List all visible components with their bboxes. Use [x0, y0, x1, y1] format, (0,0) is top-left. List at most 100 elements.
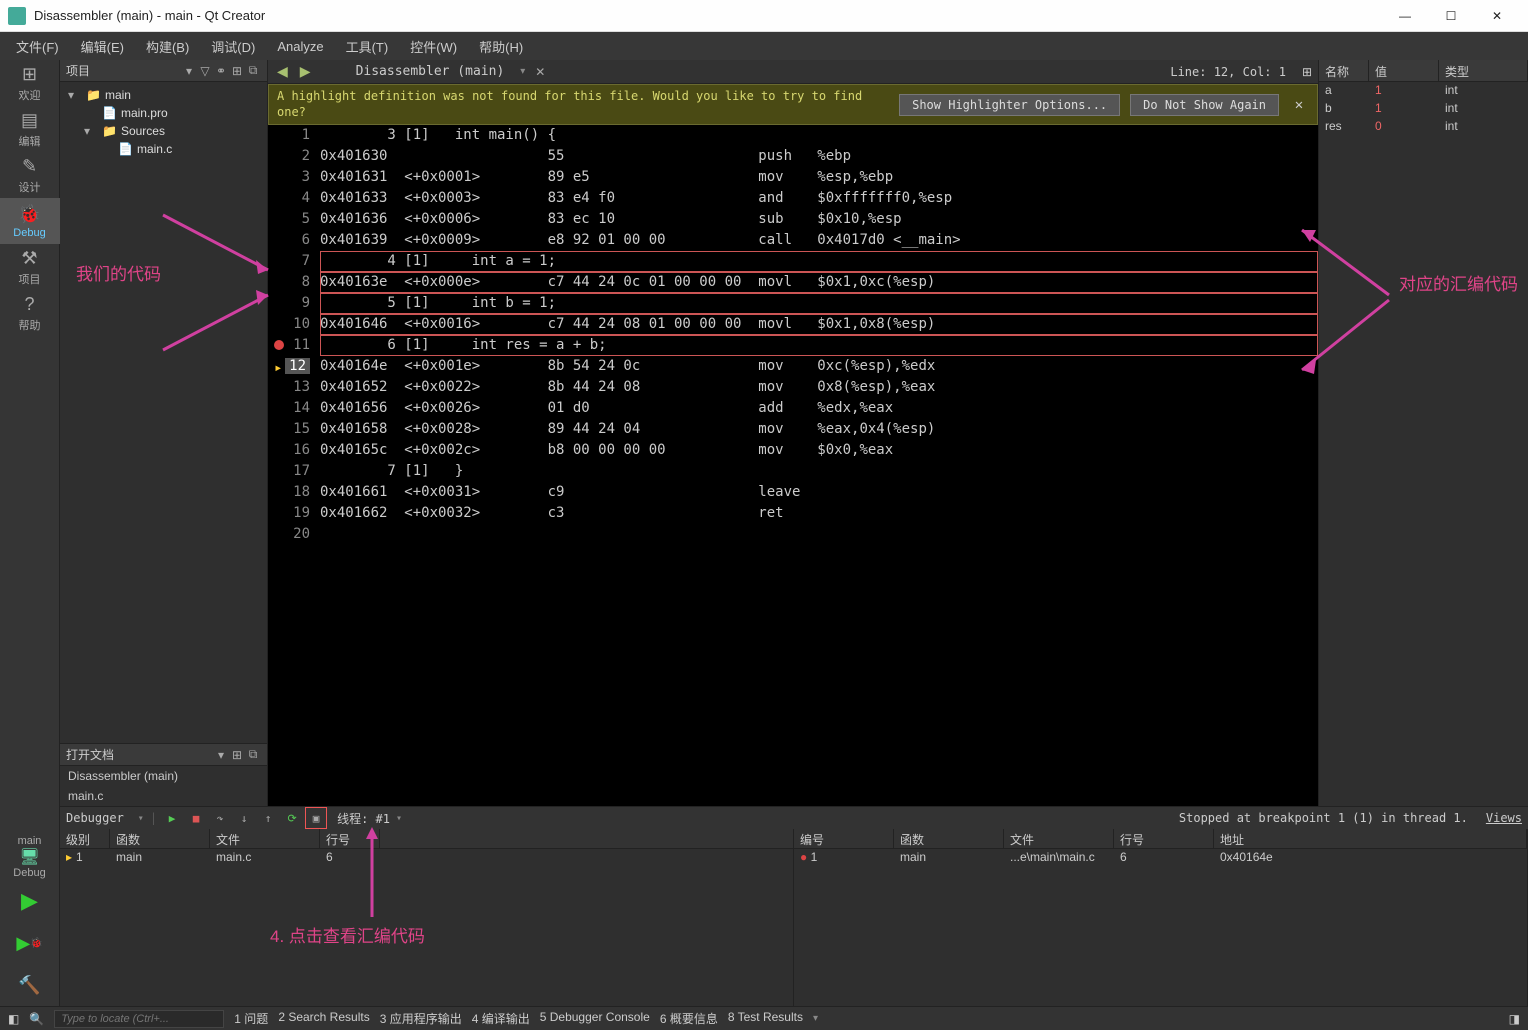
variable-row[interactable]: b1int: [1319, 100, 1528, 118]
mode-帮助[interactable]: ?帮助: [0, 290, 60, 336]
editor-split-icon[interactable]: ⊞: [1302, 65, 1312, 79]
run-button[interactable]: ▶: [0, 880, 60, 922]
code-line[interactable]: 0x401652 <+0x0022> 8b 44 24 08 mov 0x8(%…: [320, 377, 1318, 398]
restart-button[interactable]: ⟳: [283, 809, 301, 827]
nav-forward-button[interactable]: ▶: [297, 63, 314, 80]
code-line[interactable]: 0x401661 <+0x0031> c9 leave: [320, 482, 1318, 503]
code-line[interactable]: 0x401658 <+0x0028> 89 44 24 04 mov %eax,…: [320, 419, 1318, 440]
project-panel-title: 项目: [66, 62, 181, 79]
views-link[interactable]: Views: [1486, 811, 1522, 825]
code-line[interactable]: 7 [1] }: [320, 461, 1318, 482]
disassembly-code-area[interactable]: 1234567891011121314151617181920 3 [1] in…: [268, 125, 1318, 806]
menu-控件(W)[interactable]: 控件(W): [400, 33, 467, 60]
nav-back-button[interactable]: ◀: [274, 63, 291, 80]
close-button[interactable]: ✕: [1474, 0, 1520, 32]
menu-Analyze[interactable]: Analyze: [267, 35, 333, 58]
stack-frame-row[interactable]: ▸1 main main.c 6: [60, 849, 793, 867]
tab-dropdown-icon[interactable]: ▾: [520, 66, 525, 77]
menu-构建(B)[interactable]: 构建(B): [136, 33, 199, 60]
code-line[interactable]: 0x401636 <+0x0006> 83 ec 10 sub $0x10,%e…: [320, 209, 1318, 230]
stack2-col-file: 文件: [1004, 829, 1114, 848]
continue-button[interactable]: ▶: [163, 809, 181, 827]
code-line[interactable]: 0x40165c <+0x002c> b8 00 00 00 00 mov $0…: [320, 440, 1318, 461]
tree-item[interactable]: 📄main.pro: [64, 104, 263, 122]
menu-文件(F)[interactable]: 文件(F): [6, 33, 69, 60]
debugger-toolbar: Debugger ▾ | ▶ ■ ↷ ↓ ↑ ⟳ ▣ 线程: #1 ▾ Stop…: [60, 807, 1528, 829]
output-tab[interactable]: 3 应用程序输出: [380, 1010, 462, 1027]
code-line[interactable]: 0x401639 <+0x0009> e8 92 01 00 00 call 0…: [320, 230, 1318, 251]
breakpoint-row[interactable]: ● 1 main ...e\main\main.c 6 0x40164e: [794, 849, 1527, 867]
code-line[interactable]: ▸0x40164e <+0x001e> 8b 54 24 0c mov 0xc(…: [320, 356, 1318, 377]
link-icon[interactable]: ⚭: [213, 64, 229, 78]
step-over-button[interactable]: ↷: [211, 809, 229, 827]
step-into-button[interactable]: ↓: [235, 809, 253, 827]
code-line[interactable]: 6 [1] int res = a + b;: [320, 335, 1318, 356]
stop-button[interactable]: ■: [187, 809, 205, 827]
chevron-down-icon[interactable]: ▾: [213, 748, 229, 762]
menu-工具(T)[interactable]: 工具(T): [336, 33, 399, 60]
variable-row[interactable]: a1int: [1319, 82, 1528, 100]
tree-item[interactable]: 📄main.c: [64, 140, 263, 158]
output-tab[interactable]: 2 Search Results: [278, 1010, 369, 1027]
show-highlighter-options-button[interactable]: Show Highlighter Options...: [899, 94, 1120, 116]
mode-设计[interactable]: ✎设计: [0, 152, 60, 198]
split-icon[interactable]: ⧉: [245, 63, 261, 78]
output-tab[interactable]: 1 问题: [234, 1010, 268, 1027]
debugger-status: Stopped at breakpoint 1 (1) in thread 1.: [1179, 811, 1468, 825]
stack2-col-line: 行号: [1114, 829, 1214, 848]
split-doc-icon[interactable]: ⧉: [245, 747, 261, 762]
debug-run-button[interactable]: ▶🐞: [0, 922, 60, 964]
do-not-show-again-button[interactable]: Do Not Show Again: [1130, 94, 1279, 116]
code-line[interactable]: [320, 524, 1318, 545]
output-tab[interactable]: 5 Debugger Console: [540, 1010, 650, 1027]
maximize-button[interactable]: ☐: [1428, 0, 1474, 32]
menu-编辑(E)[interactable]: 编辑(E): [71, 33, 134, 60]
window-titlebar: Disassembler (main) - main - Qt Creator …: [0, 0, 1528, 32]
variable-row[interactable]: res0int: [1319, 118, 1528, 136]
add-doc-icon[interactable]: ⊞: [229, 748, 245, 762]
code-line[interactable]: 0x401662 <+0x0032> c3 ret: [320, 503, 1318, 524]
code-line[interactable]: 0x401630 55 push %ebp: [320, 146, 1318, 167]
output-tab[interactable]: 8 Test Results: [728, 1010, 803, 1027]
code-line[interactable]: 0x401656 <+0x0026> 01 d0 add %edx,%eax: [320, 398, 1318, 419]
code-line[interactable]: 0x401631 <+0x0001> 89 e5 mov %esp,%ebp: [320, 167, 1318, 188]
tree-item[interactable]: ▾📁main: [64, 86, 263, 104]
stack2-col-function: 函数: [894, 829, 1004, 848]
code-line[interactable]: 4 [1] int a = 1;: [320, 251, 1318, 272]
open-doc-item[interactable]: main.c: [60, 786, 267, 806]
project-tree[interactable]: ▾📁main📄main.pro▾📁Sources📄main.c: [60, 82, 267, 162]
run-target-selector[interactable]: main 🖥 Debug: [0, 834, 60, 880]
mode-Debug[interactable]: 🐞Debug: [0, 198, 60, 244]
tree-item[interactable]: ▾📁Sources: [64, 122, 263, 140]
code-line[interactable]: 5 [1] int b = 1;: [320, 293, 1318, 314]
cursor-position: Line: 12, Col: 1: [1170, 65, 1286, 79]
open-doc-item[interactable]: Disassembler (main): [60, 766, 267, 786]
stack2-col-addr: 地址: [1214, 829, 1527, 848]
code-line[interactable]: 0x401646 <+0x0016> c7 44 24 08 01 00 00 …: [320, 314, 1318, 335]
locator-input[interactable]: [54, 1010, 224, 1028]
mode-编辑[interactable]: ▤编辑: [0, 106, 60, 152]
code-line[interactable]: 3 [1] int main() {: [320, 125, 1318, 146]
toggle-right-sidebar-icon[interactable]: ◨: [1509, 1012, 1520, 1026]
funnel-icon[interactable]: ▽: [197, 64, 213, 78]
menu-调试(D)[interactable]: 调试(D): [201, 33, 265, 60]
code-line[interactable]: 0x40163e <+0x000e> c7 44 24 0c 01 00 00 …: [320, 272, 1318, 293]
mode-项目[interactable]: ⚒项目: [0, 244, 60, 290]
thread-selector[interactable]: 线程: #1: [337, 810, 390, 827]
warning-close-button[interactable]: ✕: [1289, 97, 1309, 113]
output-tab[interactable]: 4 编译输出: [472, 1010, 530, 1027]
mode-欢迎[interactable]: ⊞欢迎: [0, 60, 60, 106]
sidebar-toggle-icon[interactable]: ◧: [8, 1012, 19, 1026]
add-icon[interactable]: ⊞: [229, 64, 245, 78]
step-out-button[interactable]: ↑: [259, 809, 277, 827]
minimize-button[interactable]: —: [1382, 0, 1428, 32]
tab-close-button[interactable]: ✕: [531, 63, 549, 81]
code-line[interactable]: 0x401633 <+0x0003> 83 e4 f0 and $0xfffff…: [320, 188, 1318, 209]
output-tab[interactable]: 6 概要信息: [660, 1010, 718, 1027]
menu-帮助(H)[interactable]: 帮助(H): [469, 33, 533, 60]
editor-tab[interactable]: Disassembler (main): [346, 64, 515, 79]
build-button[interactable]: 🔨: [0, 964, 60, 1006]
toggle-disassembly-button[interactable]: ▣: [307, 809, 325, 827]
stack2-col-num: 编号: [794, 829, 894, 848]
filter-icon[interactable]: ▾: [181, 64, 197, 78]
